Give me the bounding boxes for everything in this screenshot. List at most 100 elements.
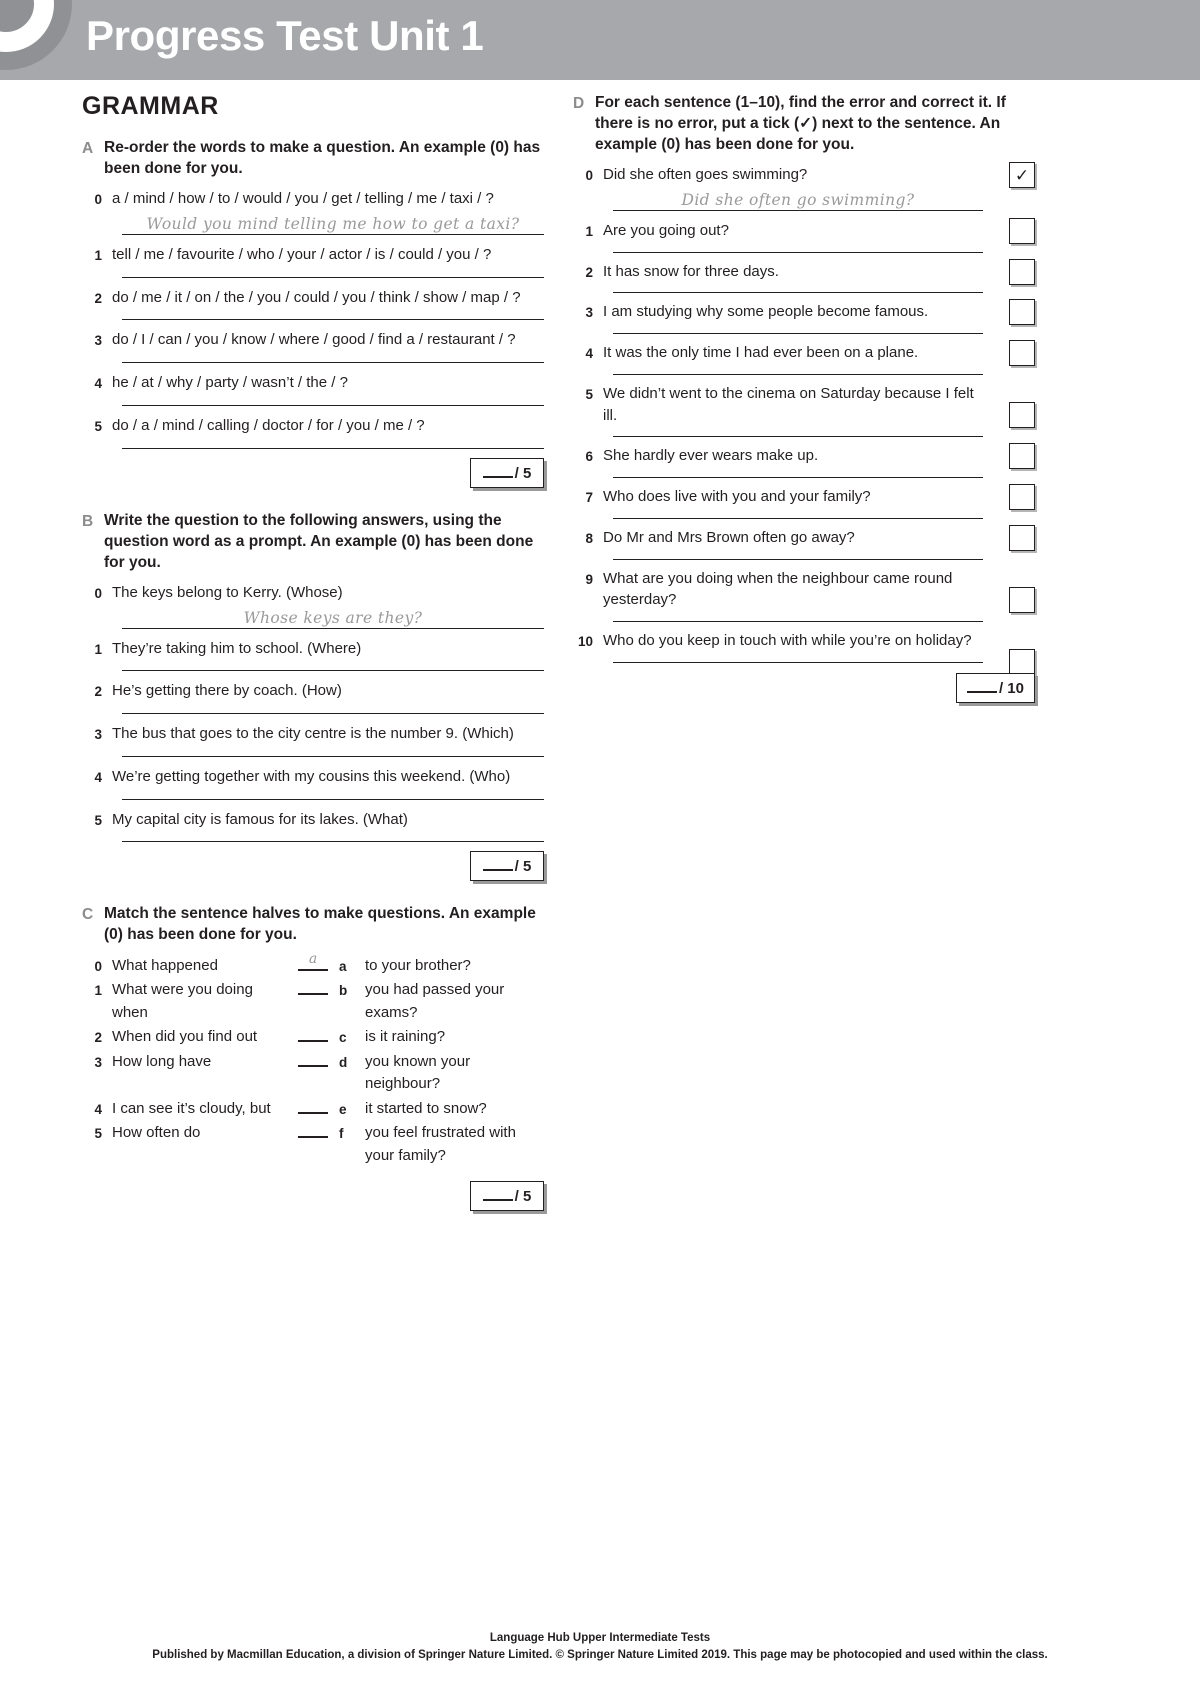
- item-number: 5: [94, 418, 102, 434]
- exercise-c: C Match the sentence halves to make ques…: [82, 903, 544, 1212]
- match-answer-cell[interactable]: [287, 979, 339, 996]
- answer-line[interactable]: [613, 436, 983, 438]
- item-number: 7: [585, 490, 593, 506]
- match-blank[interactable]: [298, 1064, 328, 1067]
- answer-line[interactable]: [613, 661, 983, 663]
- score-max: / 5: [514, 858, 532, 876]
- item-text: We didn’t went to the cinema on Saturday…: [603, 384, 974, 424]
- tick-checkbox[interactable]: [1009, 299, 1035, 326]
- left-column: GRAMMAR A Re-order the words to make a q…: [82, 92, 544, 1229]
- item-text: It has snow for three days.: [603, 262, 779, 280]
- match-blank[interactable]: [298, 1136, 328, 1139]
- tick-checkbox[interactable]: [1009, 443, 1035, 470]
- list-item: 2 He’s getting there by coach. (How): [82, 680, 544, 702]
- answer-line[interactable]: Would you mind telling me how to get a t…: [122, 211, 544, 235]
- item-text: do / me / it / on / the / you / could / …: [112, 288, 521, 306]
- answer-line[interactable]: Whose keys are they?: [122, 605, 544, 629]
- answer-line[interactable]: [613, 558, 983, 560]
- answer-line[interactable]: [122, 319, 544, 321]
- match-answer-cell[interactable]: [287, 1026, 339, 1043]
- item-number: 0: [94, 192, 102, 208]
- exercise-d: D For each sentence (1–10), find the err…: [573, 92, 1035, 703]
- tick-checkbox[interactable]: [1009, 586, 1035, 613]
- item-number: 0: [94, 585, 102, 601]
- tick-checkbox[interactable]: [1009, 401, 1035, 428]
- match-option-letter: a: [339, 958, 347, 974]
- item-number: 2: [585, 264, 593, 280]
- score-blank[interactable]: [966, 678, 997, 693]
- score-max: / 5: [514, 1188, 532, 1206]
- answer-line[interactable]: [613, 292, 983, 294]
- match-answer-cell[interactable]: a: [287, 951, 339, 971]
- match-answer-cell[interactable]: [287, 1098, 339, 1114]
- answer-line[interactable]: [613, 517, 983, 519]
- item-number: 5: [94, 1126, 102, 1142]
- item-number: 6: [585, 449, 593, 465]
- exercise-b-header: B Write the question to the following an…: [82, 510, 544, 573]
- table-row: 0 What happened a a to your brother?: [82, 951, 544, 978]
- answer-line[interactable]: [122, 276, 544, 278]
- answer-line[interactable]: [613, 621, 983, 623]
- list-item: 7 Who does live with you and your family…: [573, 484, 1035, 511]
- list-item: 4 he / at / why / party / wasn’t / the /…: [82, 372, 544, 394]
- exercise-c-instruction: Match the sentence halves to make questi…: [104, 905, 536, 944]
- answer-line[interactable]: [122, 670, 544, 672]
- match-left-text: How often do: [112, 1124, 201, 1142]
- item-text: The bus that goes to the city centre is …: [112, 725, 514, 743]
- answer-line[interactable]: [122, 755, 544, 757]
- item-number: 3: [94, 1054, 102, 1070]
- score-max: / 5: [514, 464, 532, 482]
- item-number: 10: [577, 634, 593, 650]
- tick-checkbox[interactable]: [1009, 340, 1035, 367]
- score-box[interactable]: / 5: [470, 457, 544, 488]
- score-box[interactable]: / 10: [955, 672, 1035, 703]
- list-item: 5 do / a / mind / calling / doctor / for…: [82, 415, 544, 437]
- item-number: 1: [585, 223, 593, 239]
- tick-checkbox[interactable]: [1009, 217, 1035, 244]
- answer-line[interactable]: [122, 798, 544, 800]
- exercise-a: A Re-order the words to make a question.…: [82, 137, 544, 488]
- match-answer-cell[interactable]: [287, 1051, 339, 1067]
- tick-checkbox[interactable]: [1009, 258, 1035, 285]
- tick-checkbox[interactable]: [1009, 524, 1035, 551]
- answer-line[interactable]: [122, 404, 544, 406]
- score-blank[interactable]: [482, 856, 513, 872]
- exercise-b-items: 0 The keys belong to Kerry. (Whose) Whos…: [82, 582, 544, 843]
- answer-line[interactable]: [613, 373, 983, 375]
- item-number: 3: [94, 333, 102, 349]
- tick-checkbox[interactable]: ✓: [1009, 162, 1035, 189]
- item-number: 2: [94, 684, 102, 700]
- answer-line[interactable]: [122, 447, 544, 449]
- answer-line[interactable]: [122, 362, 544, 364]
- match-blank[interactable]: [298, 993, 328, 996]
- item-text: What are you doing when the neighbour ca…: [603, 569, 953, 609]
- answer-line[interactable]: [613, 333, 983, 335]
- answer-line[interactable]: [122, 841, 544, 843]
- item-text: It was the only time I had ever been on …: [603, 344, 919, 362]
- item-number: 1: [94, 247, 102, 263]
- answer-line[interactable]: [613, 477, 983, 479]
- match-blank[interactable]: [298, 1040, 328, 1043]
- exercise-c-rows: 0 What happened a a to your brother? 1 W…: [82, 951, 544, 1168]
- match-blank[interactable]: a: [298, 951, 328, 971]
- score-blank[interactable]: [482, 463, 513, 478]
- score-box[interactable]: / 5: [470, 851, 544, 882]
- score-box[interactable]: / 5: [470, 1181, 544, 1212]
- match-blank[interactable]: [298, 1111, 328, 1114]
- match-right-text: is it raining?: [365, 1028, 446, 1046]
- match-left-text: What happened: [112, 956, 218, 974]
- list-item: 8 Do Mr and Mrs Brown often go away?: [573, 524, 1035, 551]
- score-blank[interactable]: [482, 1186, 513, 1202]
- list-item: 1 Are you going out?: [573, 217, 1035, 244]
- match-answer-cell[interactable]: [287, 1122, 339, 1139]
- answer-line[interactable]: Did she often go swimming?: [613, 187, 983, 211]
- item-text: he / at / why / party / wasn’t / the / ?: [112, 374, 348, 392]
- match-option-letter: b: [339, 983, 348, 999]
- tick-checkbox[interactable]: [1009, 649, 1035, 676]
- list-item: 2 It has snow for three days.: [573, 258, 1035, 285]
- tick-checkbox[interactable]: [1009, 484, 1035, 511]
- list-item: 6 She hardly ever wears make up.: [573, 443, 1035, 470]
- item-number: 8: [585, 530, 593, 546]
- answer-line[interactable]: [613, 251, 983, 253]
- answer-line[interactable]: [122, 713, 544, 715]
